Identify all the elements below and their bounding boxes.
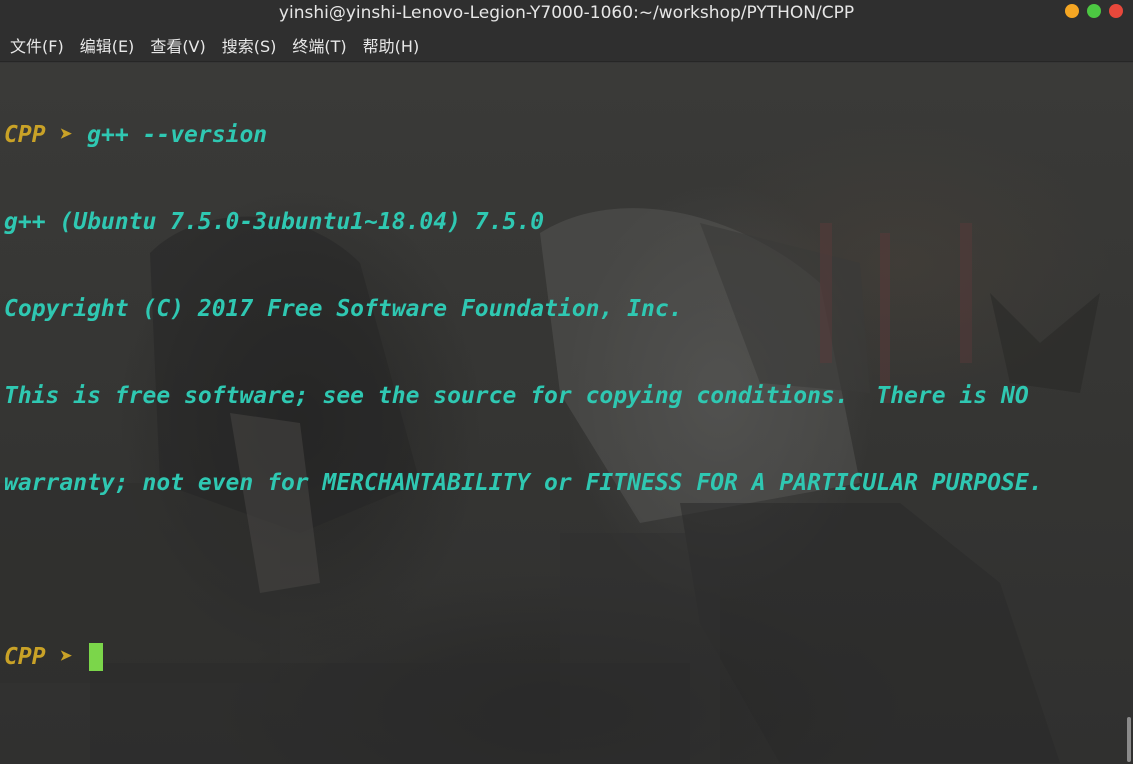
menu-view[interactable]: 查看(V) [144,33,211,57]
maximize-button[interactable] [1087,4,1101,18]
command-line: CPP ➤ g++ --version [4,121,1043,150]
output-line: This is free software; see the source fo… [4,383,1029,409]
scrollbar-thumb[interactable] [1127,717,1131,762]
menu-help[interactable]: 帮助(H) [357,33,426,57]
prompt-label: CPP [4,122,46,148]
output-line: Copyright (C) 2017 Free Software Foundat… [4,296,683,322]
prompt-arrow-icon: ➤ [59,122,74,148]
window-title: yinshi@yinshi-Lenovo-Legion-Y7000-1060:~… [278,3,855,23]
minimize-button[interactable] [1065,4,1079,18]
menu-search[interactable]: 搜索(S) [216,33,283,57]
menu-file[interactable]: 文件(F) [4,33,70,57]
title-bar[interactable]: yinshi@yinshi-Lenovo-Legion-Y7000-1060:~… [0,0,1133,28]
menu-edit[interactable]: 编辑(E) [74,33,141,57]
output-line: warranty; not even for MERCHANTABILITY o… [4,470,1043,496]
text-cursor [89,643,104,671]
terminal-window: yinshi@yinshi-Lenovo-Legion-Y7000-1060:~… [0,0,1133,764]
close-button[interactable] [1109,4,1123,18]
prompt-arrow-icon: ➤ [59,644,74,670]
window-controls [1065,4,1123,18]
menu-terminal[interactable]: 终端(T) [286,33,352,57]
prompt-line[interactable]: CPP ➤ [4,643,1043,672]
terminal-area[interactable]: CPP ➤ g++ --version g++ (Ubuntu 7.5.0-3u… [0,63,1133,764]
command-text: g++ --version [87,122,268,148]
prompt-label: CPP [4,644,46,670]
output-line: g++ (Ubuntu 7.5.0-3ubuntu1~18.04) 7.5.0 [4,209,545,235]
terminal-output: CPP ➤ g++ --version g++ (Ubuntu 7.5.0-3u… [4,63,1043,730]
menu-bar: 文件(F) 编辑(E) 查看(V) 搜索(S) 终端(T) 帮助(H) [0,28,1133,62]
